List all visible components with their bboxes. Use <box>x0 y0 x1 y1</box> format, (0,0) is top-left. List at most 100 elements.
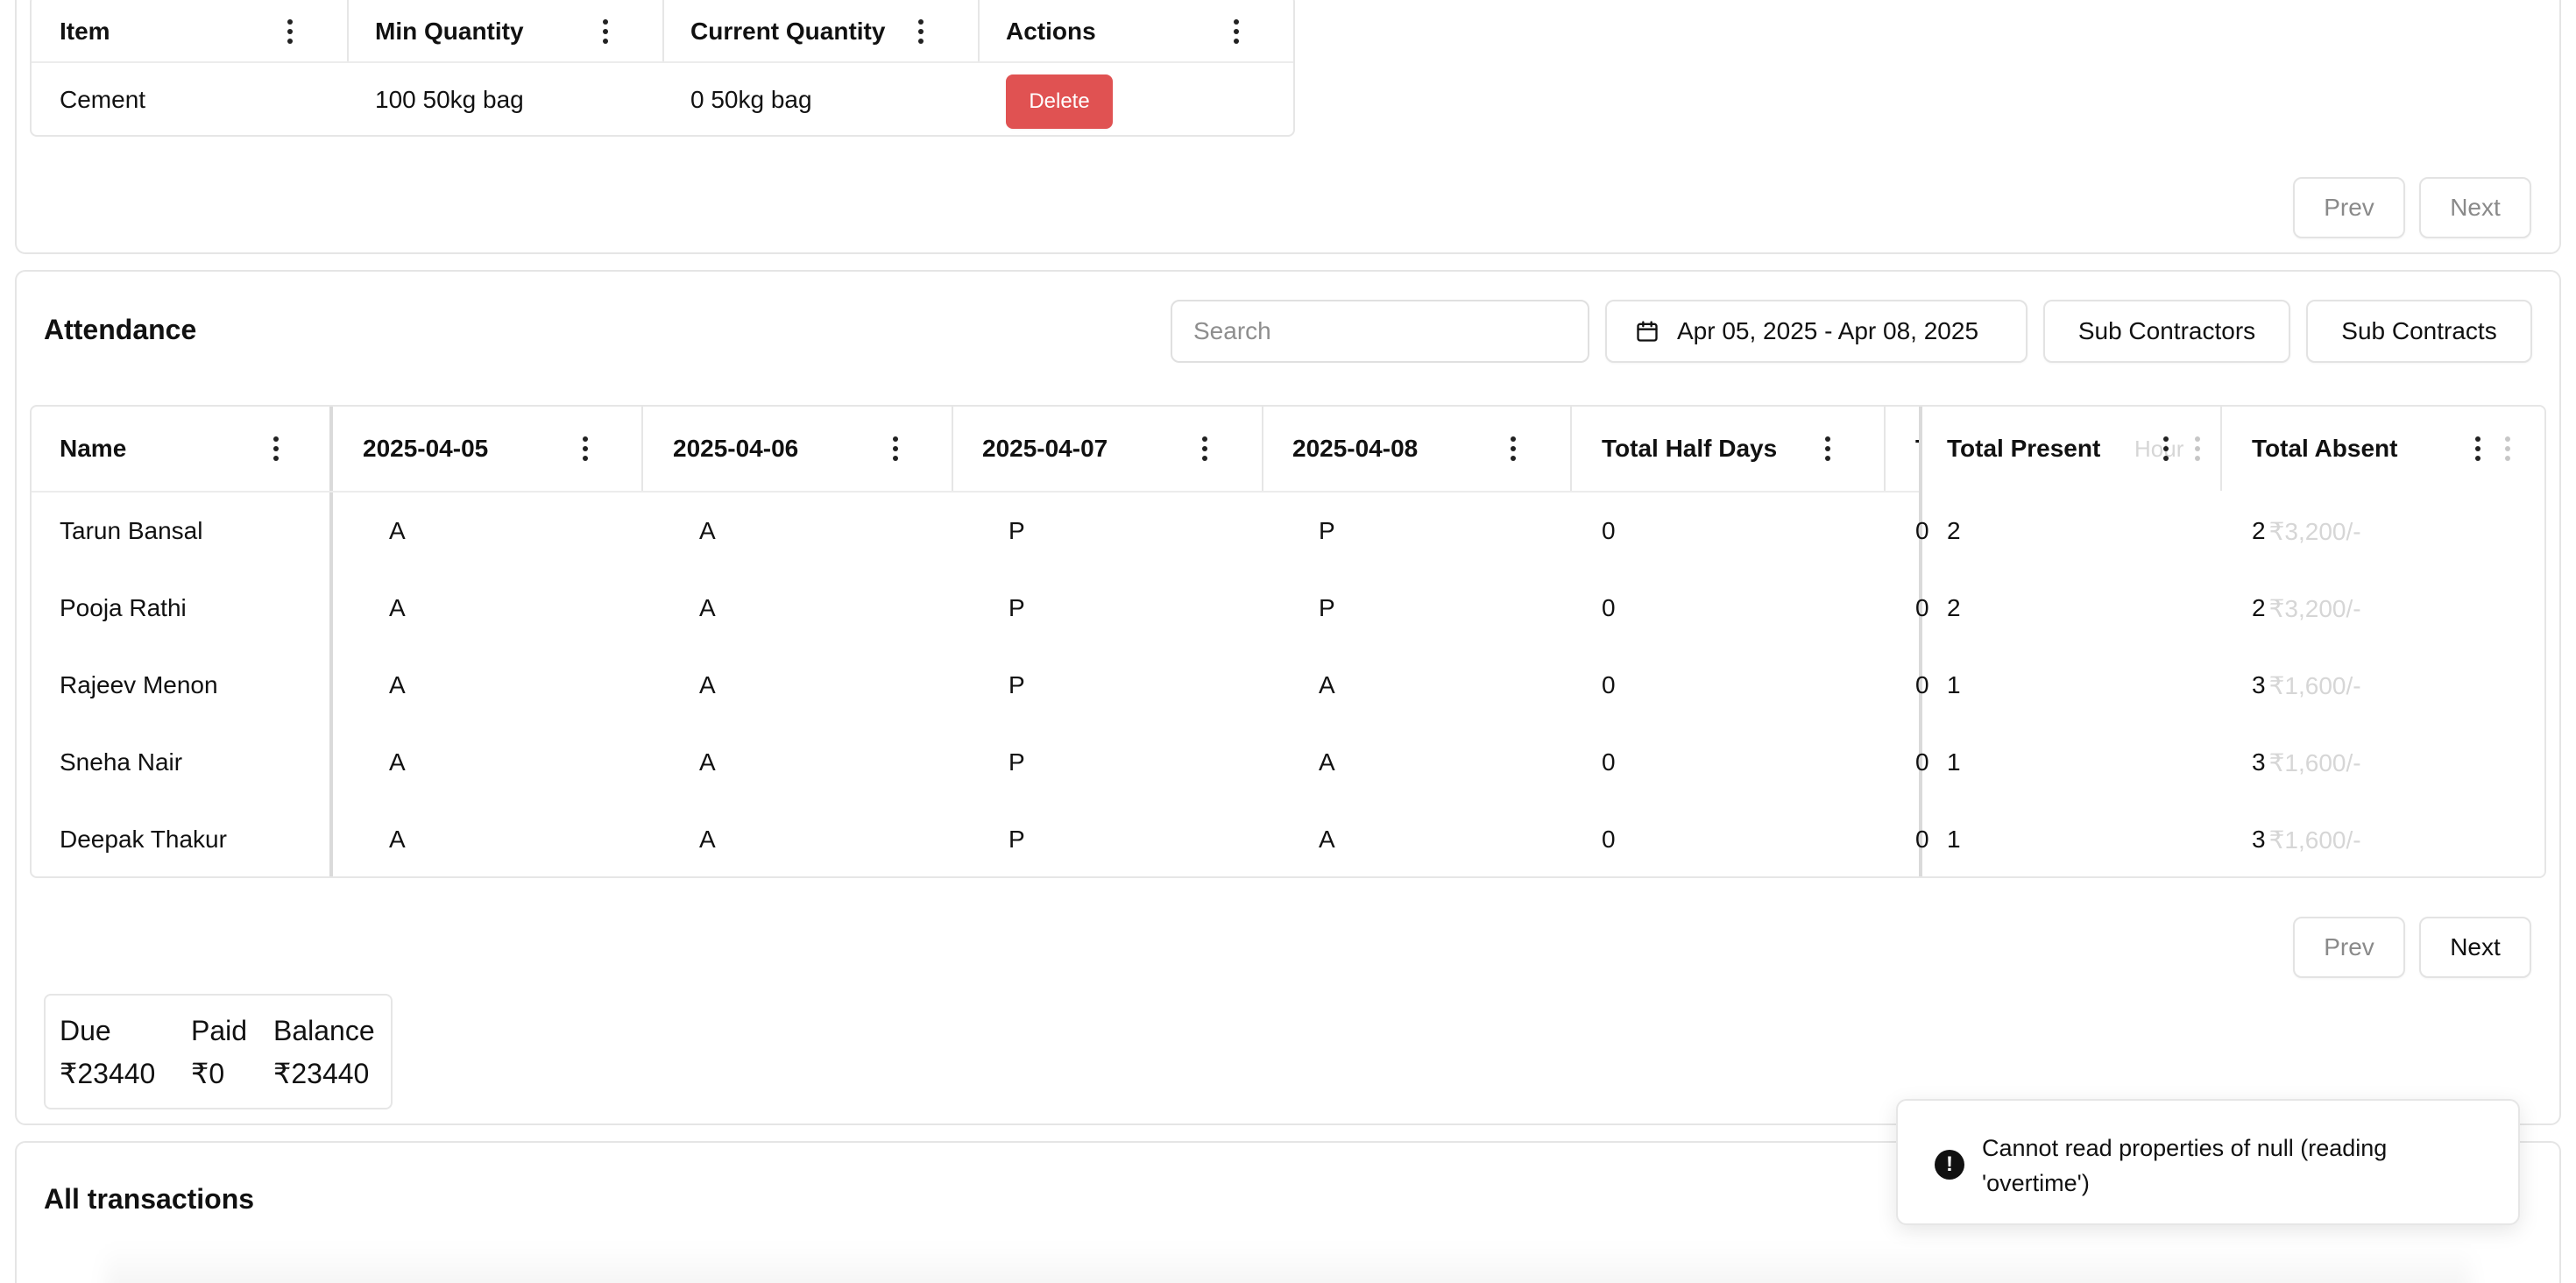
column-header-label: 2025-04-08 <box>1292 435 1419 462</box>
next-button[interactable]: Next <box>2419 177 2531 238</box>
ghost-header-hours: Hour <box>2134 435 2184 462</box>
scroll-shadow <box>105 1244 2471 1283</box>
table-cell-day: A <box>1319 748 1335 776</box>
table-cell-present: 2 <box>1947 594 1961 621</box>
payment-summary: Due Paid Balance ₹23440 ₹0 ₹23440 <box>44 994 393 1109</box>
absent-count: 3 <box>2252 748 2266 776</box>
sub-contractors-button[interactable]: Sub Contractors <box>2043 300 2290 363</box>
column-menu-icon[interactable] <box>1233 19 1240 44</box>
table-cell-half-days: 0 <box>1602 671 1616 698</box>
table-cell-present: 1 <box>1947 748 1961 776</box>
prev-button[interactable]: Prev <box>2293 917 2405 978</box>
table-cell-day: A <box>389 594 406 621</box>
transactions-title: All transactions <box>44 1183 255 1215</box>
table-cell-present: 2 <box>1947 517 1961 544</box>
column-menu-icon[interactable] <box>1824 436 1831 461</box>
ghost-amount: ₹1,600/- <box>2268 671 2361 699</box>
column-header-date-1[interactable]: 2025-04-05 <box>363 407 488 491</box>
column-header-name[interactable]: Name <box>60 407 126 491</box>
date-range-label: Apr 05, 2025 - Apr 08, 2025 <box>1677 317 1979 344</box>
ghost-amount: ₹1,600/- <box>2268 748 2361 776</box>
ghost-amount: ₹3,200/- <box>2268 517 2361 545</box>
column-menu-icon[interactable] <box>2474 436 2481 461</box>
column-header-label: Item <box>60 18 110 45</box>
table-cell-day: P <box>1008 748 1025 776</box>
column-header-label: Actions <box>1006 18 1096 45</box>
column-menu-icon[interactable] <box>917 19 924 44</box>
ghost-column-menu-icon <box>2194 436 2201 461</box>
table-cell-absent: 3 ₹1,600/- <box>2252 647 2361 724</box>
column-menu-icon[interactable] <box>2162 436 2169 461</box>
column-header-total-absent[interactable]: Total Absent <box>2252 407 2397 491</box>
table-cell-half-days: 0 <box>1602 594 1616 621</box>
calendar-icon <box>1635 319 1660 344</box>
ghost-column-menu-icon <box>2504 436 2511 461</box>
table-cell-min-quantity: 100 50kg bag <box>375 86 524 113</box>
pinned-divider <box>329 407 333 876</box>
column-menu-icon[interactable] <box>602 19 609 44</box>
ghost-amount: ₹3,200/- <box>2268 594 2361 622</box>
column-menu-icon[interactable] <box>272 436 280 461</box>
table-cell-day: P <box>1008 671 1025 698</box>
table-cell-hidden: 0 <box>1915 594 1929 621</box>
table-cell-half-days: 0 <box>1602 517 1616 544</box>
table-cell-half-days: 0 <box>1602 748 1616 776</box>
absent-count: 3 <box>2252 671 2266 698</box>
column-menu-icon[interactable] <box>1201 436 1208 461</box>
paid-label: Paid <box>191 1015 248 1046</box>
column-header-label: Total Absent <box>2252 435 2398 462</box>
table-cell-day: A <box>389 748 406 776</box>
table-cell-day: A <box>1319 826 1335 853</box>
absent-count: 3 <box>2252 826 2266 853</box>
column-divider <box>2220 407 2222 491</box>
table-cell-present: 1 <box>1947 826 1961 853</box>
column-divider <box>952 407 953 491</box>
column-menu-icon[interactable] <box>892 436 899 461</box>
attendance-title: Attendance <box>44 314 197 345</box>
error-toast[interactable]: ! Cannot read properties of null (readin… <box>1896 1099 2520 1225</box>
next-button[interactable]: Next <box>2419 917 2531 978</box>
toast-message: Cannot read properties of null (reading … <box>1982 1135 2388 1196</box>
column-menu-icon[interactable] <box>1510 436 1517 461</box>
date-range-button[interactable]: Apr 05, 2025 - Apr 08, 2025 <box>1605 300 2028 363</box>
absent-count: 2 <box>2252 594 2266 621</box>
column-divider <box>978 0 980 61</box>
table-cell-hidden: 0 <box>1915 671 1929 698</box>
table-cell-day: A <box>389 517 406 544</box>
column-header-label: Current Quantity <box>690 18 886 45</box>
column-menu-icon[interactable] <box>287 19 294 44</box>
table-cell-hidden: 0 <box>1915 748 1929 776</box>
delete-button[interactable]: Delete <box>1006 74 1113 129</box>
table-cell-hidden: 0 <box>1915 517 1929 544</box>
table-cell-absent: 2 ₹3,200/- <box>2252 493 2361 570</box>
balance-value: ₹23440 <box>273 1058 370 1089</box>
table-cell-name: Pooja Rathi <box>60 594 187 621</box>
table-cell-absent: 3 ₹1,600/- <box>2252 724 2361 801</box>
column-header-date-3[interactable]: 2025-04-07 <box>982 407 1108 491</box>
table-cell-name: Tarun Bansal <box>60 517 203 544</box>
column-header-current-quantity[interactable]: Current Quantity <box>690 2 885 61</box>
table-cell-day: P <box>1008 517 1025 544</box>
column-divider <box>641 407 643 491</box>
column-header-total-half-days[interactable]: Total Half Days <box>1602 407 1777 491</box>
column-header-total-present[interactable]: Total Present <box>1947 407 2100 491</box>
search-input[interactable] <box>1171 300 1589 363</box>
column-header-actions[interactable]: Actions <box>1006 2 1096 61</box>
sub-contracts-button[interactable]: Sub Contracts <box>2306 300 2532 363</box>
table-cell-name: Sneha Nair <box>60 748 183 776</box>
table-cell-half-days: 0 <box>1602 826 1616 853</box>
column-header-date-4[interactable]: 2025-04-08 <box>1292 407 1418 491</box>
due-value: ₹23440 <box>60 1058 156 1089</box>
column-header-item[interactable]: Item <box>60 2 110 61</box>
column-header-date-2[interactable]: 2025-04-06 <box>673 407 798 491</box>
alert-circle-icon: ! <box>1935 1150 1964 1180</box>
column-divider <box>1570 407 1572 491</box>
table-cell-absent: 3 ₹1,600/- <box>2252 801 2361 876</box>
table-cell-day: P <box>1008 594 1025 621</box>
column-menu-icon[interactable] <box>582 436 589 461</box>
paid-value: ₹0 <box>191 1058 225 1089</box>
prev-button[interactable]: Prev <box>2293 177 2405 238</box>
ghost-amount: ₹1,600/- <box>2268 826 2361 854</box>
column-header-min-quantity[interactable]: Min Quantity <box>375 2 524 61</box>
table-cell-absent: 2 ₹3,200/- <box>2252 570 2361 647</box>
